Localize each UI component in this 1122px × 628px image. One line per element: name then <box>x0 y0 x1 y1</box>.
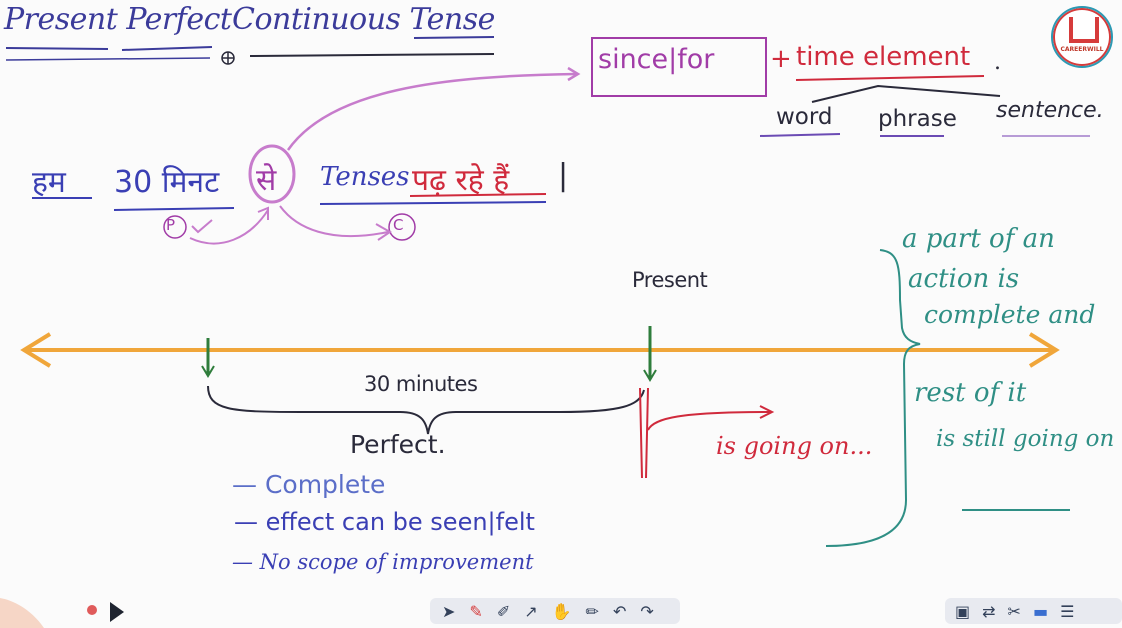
p-checkmark <box>191 219 213 234</box>
c-circle <box>388 213 416 241</box>
p-to-se-arrow <box>189 209 269 245</box>
time-underline <box>113 207 235 211</box>
play-icon <box>110 602 124 622</box>
undo-icon[interactable]: ↶ <box>613 602 626 621</box>
word-underline <box>759 133 841 137</box>
ink-strokes <box>5 36 1090 547</box>
duration-brace <box>207 385 645 435</box>
record-dot-icon <box>87 605 97 615</box>
image-icon[interactable]: ▣ <box>955 602 970 621</box>
draw-icon[interactable]: ✏ <box>586 602 599 621</box>
element-branches <box>811 84 1001 103</box>
going-on-arrow <box>647 411 771 431</box>
title-underline-4 <box>249 53 495 57</box>
redo-icon[interactable]: ↷ <box>640 602 653 621</box>
arrow-icon[interactable]: ↗ <box>524 602 537 621</box>
board-toolbar: ▣ ⇄ ✂ ▬ ☰ <box>945 598 1122 624</box>
p-circle <box>163 215 187 239</box>
se-circle <box>248 144 296 204</box>
explanation-brace <box>825 249 921 547</box>
tenses-underline <box>319 201 547 205</box>
menu-icon[interactable]: ☰ <box>1060 602 1074 621</box>
title-underline-1 <box>5 47 109 50</box>
c-to-se-arrow <box>279 205 389 238</box>
whiteboard: Present Perfect Continuous Tense CAREERW… <box>0 0 1122 628</box>
drawing-toolbar: ➤ ✎ ✐ ↗ ✋ ✏ ↶ ↷ <box>430 598 680 624</box>
pen-icon[interactable]: ✎ <box>469 602 482 621</box>
hand-shape-icon <box>0 598 44 628</box>
window-icon[interactable]: ▬ <box>1033 602 1048 621</box>
title-underline-5 <box>413 36 495 39</box>
corner-controls[interactable] <box>0 588 135 628</box>
verb-underline <box>409 193 547 197</box>
cursor-icon[interactable]: ➤ <box>442 602 455 621</box>
swap-icon[interactable]: ⇄ <box>982 602 995 621</box>
tools-icon[interactable]: ✂ <box>1008 602 1021 621</box>
title-underline-3 <box>5 57 211 61</box>
hand-icon[interactable]: ✋ <box>552 602 572 621</box>
since-arrow <box>286 72 577 151</box>
time-element-underline <box>795 75 985 81</box>
title-underline-2 <box>121 46 213 51</box>
since-for-box <box>591 37 767 97</box>
present-red-bar <box>639 387 649 479</box>
highlighter-icon[interactable]: ✐ <box>497 602 510 621</box>
